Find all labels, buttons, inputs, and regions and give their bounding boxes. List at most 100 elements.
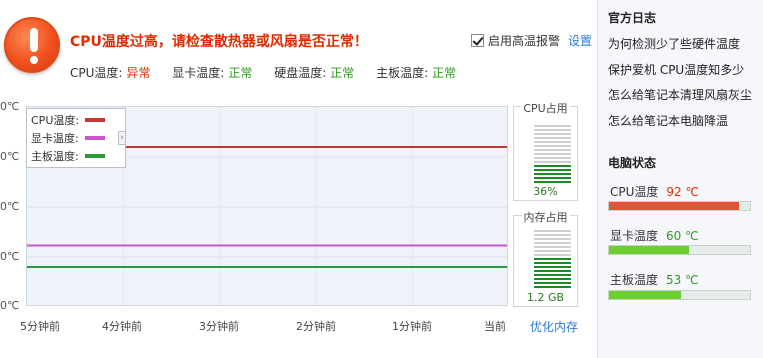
memory-usage-bars [534, 230, 571, 290]
log-link[interactable]: 保护爱机 CPU温度知多少 [608, 61, 744, 78]
gauge-segment [534, 230, 571, 232]
status-value-board: 正常 [432, 66, 457, 80]
status-label-disk: 硬盘温度: [274, 66, 327, 80]
cpu-usage-gauge: CPU占用 36% [513, 102, 578, 201]
status-value-cpu: 异常 [126, 66, 151, 80]
legend-label: 主板温度: [31, 150, 79, 163]
y-tick-label: 0℃ [0, 100, 20, 113]
cpu-usage-title: CPU占用 [521, 102, 570, 115]
board-temp-bar [608, 290, 751, 300]
y-tick-label: 0℃ [0, 150, 20, 163]
gauge-segment [534, 274, 571, 276]
sidebar: 官方日志 为何检测少了些硬件温度 保护爱机 CPU温度知多少 怎么给笔记本清理风… [597, 0, 763, 358]
gauge-segment [534, 145, 571, 147]
gauge-segment [534, 133, 571, 135]
gpu-temp-value: 60 ℃ [666, 229, 699, 243]
log-link[interactable]: 怎么给笔记本电脑降温 [608, 112, 728, 129]
alert-title: CPU温度过高，请检查散热器或风扇是否正常！ [70, 34, 368, 50]
cpu-temp-bar [608, 201, 751, 211]
gauge-segment [534, 153, 571, 155]
gpu-temp-row: 显卡温度 60 ℃ [610, 227, 699, 244]
status-label-gpu: 显卡温度: [172, 66, 225, 80]
legend-item-cpu: CPU温度: [31, 112, 106, 128]
gauge-segment [534, 157, 571, 159]
legend-swatch [85, 118, 106, 122]
optimize-memory-link[interactable]: 优化内存 [530, 318, 578, 335]
log-link[interactable]: 怎么给笔记本清理风扇灰尘 [608, 86, 752, 103]
gauge-segment [534, 165, 571, 167]
gauge-segment [534, 242, 571, 244]
legend-swatch [84, 136, 105, 140]
log-link[interactable]: 为何检测少了些硬件温度 [608, 35, 740, 52]
gauge-segment [534, 250, 571, 252]
gpu-temp-bar [608, 245, 751, 255]
gauge-segment [534, 137, 571, 139]
gauge-segment [534, 141, 571, 143]
chevron-right-icon[interactable]: › [118, 131, 126, 145]
status-label-board: 主板温度: [376, 66, 429, 80]
gauge-segment [534, 270, 571, 272]
legend-item-board: 主板温度: [31, 148, 105, 164]
y-tick-label: 0℃ [0, 200, 20, 213]
gauge-segment [534, 149, 571, 151]
gauge-segment [534, 246, 571, 248]
gauge-segment [534, 258, 571, 260]
board-temp-fill [609, 291, 681, 299]
legend-swatch [84, 154, 105, 158]
alarm-label: 启用高温报警 [488, 34, 561, 48]
pc-status-title: 电脑状态 [608, 156, 657, 170]
gauge-segment [534, 278, 571, 280]
x-tick-label: 3分钟前 [199, 320, 239, 333]
status-line: CPU温度: 异常 显卡温度: 正常 硬盘温度: 正常 主板温度: 正常 [70, 64, 474, 81]
gauge-segment [534, 234, 571, 236]
board-temp-label: 主板温度 [610, 273, 659, 287]
cpu-temp-fill [609, 202, 739, 210]
cpu-usage-bars [534, 125, 571, 185]
x-tick-label: 当前 [484, 320, 506, 333]
cpu-temp-value: 92 ℃ [666, 185, 699, 199]
gauge-segment [534, 169, 571, 171]
gauge-segment [534, 181, 571, 183]
gauge-segment [534, 161, 571, 163]
cpu-temp-label: CPU温度 [610, 185, 659, 199]
memory-usage-gauge: 内存占用 1.2 GB [513, 211, 578, 307]
gauge-segment [534, 266, 571, 268]
status-label-cpu: CPU温度: [70, 66, 123, 80]
board-temp-row: 主板温度 53 ℃ [610, 271, 699, 288]
gauge-segment [534, 173, 571, 175]
warning-icon [4, 17, 60, 73]
cpu-temp-row: CPU温度 92 ℃ [610, 183, 699, 200]
legend-label: 显卡温度: [31, 132, 79, 145]
gauge-segment [534, 254, 571, 256]
official-log-title: 官方日志 [608, 11, 657, 25]
main-panel: CPU温度过高，请检查散热器或风扇是否正常！ 启用高温报警 设置 CPU温度: 异… [0, 0, 597, 358]
gauge-segment [534, 177, 571, 179]
gauge-segment [534, 125, 571, 127]
gauge-segment [534, 129, 571, 131]
x-axis-labels: 5分钟前 4分钟前 3分钟前 2分钟前 1分钟前 当前 [0, 318, 520, 334]
x-tick-label: 1分钟前 [392, 320, 432, 333]
gpu-temp-fill [609, 246, 690, 254]
legend-item-gpu: 显卡温度: [31, 130, 105, 146]
y-tick-label: 0℃ [0, 250, 20, 263]
gauge-segment [534, 282, 571, 284]
x-tick-label: 2分钟前 [296, 320, 336, 333]
chart-legend: CPU温度: 显卡温度: 主板温度: › [26, 108, 126, 168]
x-tick-label: 4分钟前 [102, 320, 142, 333]
memory-usage-value: 1.2 GB [526, 291, 565, 304]
alarm-checkbox[interactable] [471, 34, 484, 47]
status-value-gpu: 正常 [228, 66, 253, 80]
memory-usage-title: 内存占用 [521, 211, 570, 224]
x-tick-label: 5分钟前 [20, 320, 60, 333]
cpu-usage-value: 36% [533, 185, 558, 198]
gpu-temp-label: 显卡温度 [610, 229, 659, 243]
gauge-segment [534, 238, 571, 240]
y-tick-label: 0℃ [0, 299, 20, 312]
gauge-segment [534, 262, 571, 264]
gauge-segment [534, 286, 571, 288]
legend-label: CPU温度: [31, 114, 80, 127]
board-temp-value: 53 ℃ [666, 273, 699, 287]
settings-link[interactable]: 设置 [568, 32, 592, 49]
high-temp-alarm-toggle[interactable]: 启用高温报警 [471, 32, 560, 49]
status-value-disk: 正常 [330, 66, 355, 80]
